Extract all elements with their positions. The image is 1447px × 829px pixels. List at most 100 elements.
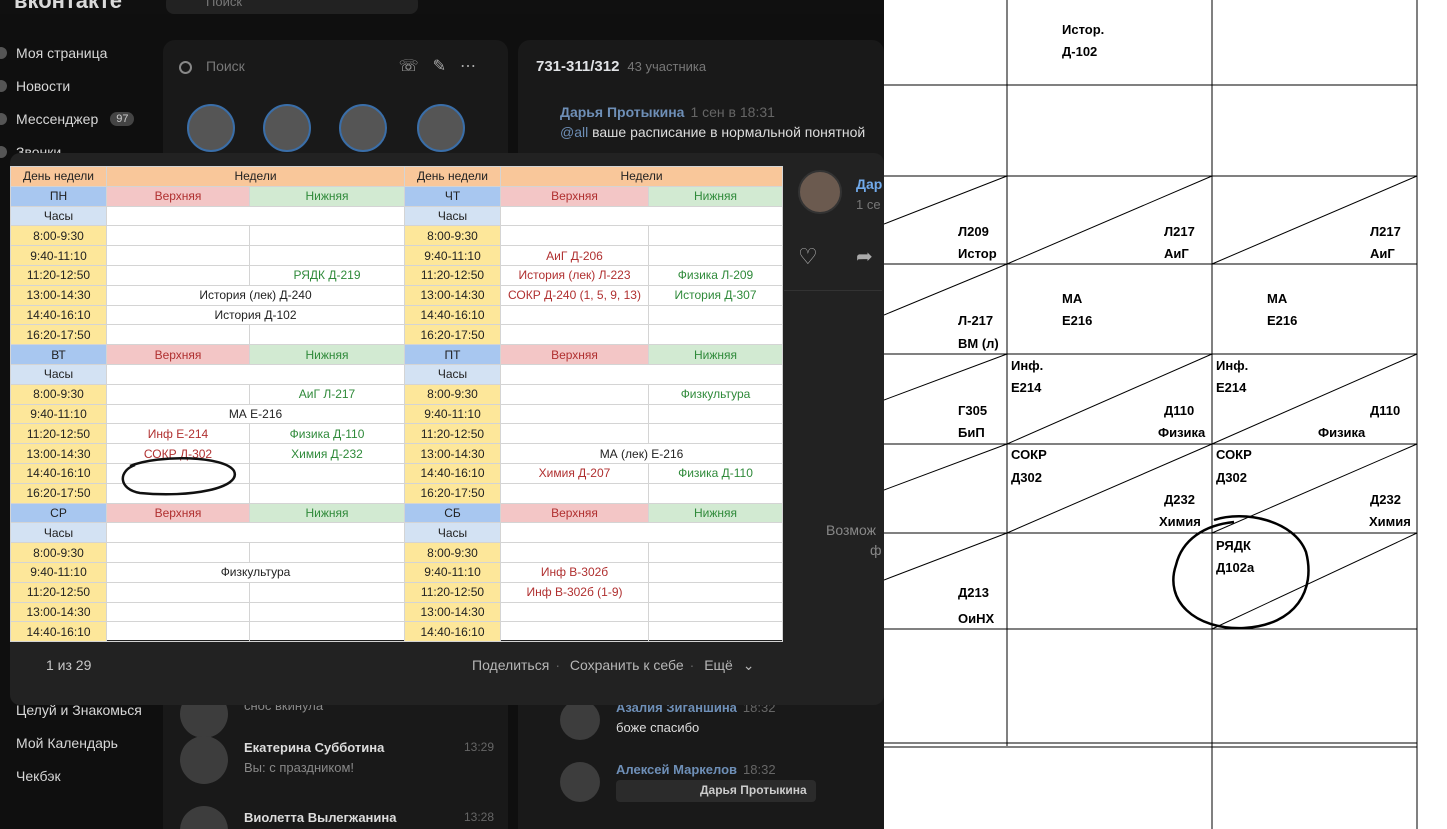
hand-drawn-circle — [121, 456, 237, 496]
share-button[interactable]: Поделиться — [472, 657, 549, 673]
avatar — [180, 806, 228, 829]
paper-schedule-image: Истор. Д-102 Л209 Истор Л217 АиГ Л217 Аи… — [884, 0, 1447, 829]
chevron-down-icon: ⌄ — [742, 657, 755, 673]
post-date: 1 се — [856, 197, 881, 212]
paper-text: Г305 — [958, 403, 988, 418]
paper-text: Е214 — [1011, 380, 1042, 395]
message-text: боже спасибо — [616, 720, 700, 735]
paper-text: Л217 — [1164, 224, 1195, 239]
paper-text: Химия — [1159, 514, 1201, 529]
message-time: 13:29 — [463, 740, 494, 754]
pinned-message-header[interactable]: Дарья Протыкина 1 сен в 18:31 — [560, 104, 775, 120]
unread-badge: 97 — [110, 112, 135, 126]
message-author: Алексей Маркелов 18:32 — [616, 762, 776, 777]
paper-text: Е216 — [1267, 313, 1298, 328]
paper-text: Инф. — [1011, 358, 1044, 373]
paper-text: Е216 — [1062, 313, 1093, 328]
nav-messenger[interactable]: Мессенджер 97 — [0, 106, 160, 132]
contact-name: Екатерина Субботина — [244, 740, 385, 755]
messenger-search-input[interactable]: Поиск — [179, 58, 245, 74]
chat-message: Азалия Зиганшина 18:32 боже спасибо — [560, 700, 880, 750]
paper-text: Физика — [1158, 425, 1206, 440]
paper-text: Д232 — [1164, 492, 1195, 507]
nav-label: Мой Календарь — [16, 735, 118, 751]
more-button[interactable]: Ещё ⌄ — [704, 657, 760, 673]
save-button[interactable]: Сохранить к себе — [570, 657, 684, 673]
paper-text: Д302 — [1216, 470, 1247, 485]
side-hint-text: Возмож — [826, 522, 877, 538]
global-search-input[interactable]: Поиск — [166, 0, 418, 14]
paper-text: Л209 — [958, 224, 989, 239]
nav-label: Моя страница — [16, 45, 108, 61]
author-name[interactable]: Дар — [856, 176, 882, 192]
chat-title[interactable]: 731-311/312 43 участника — [536, 58, 706, 75]
profile-icon — [0, 47, 7, 59]
separator: · — [689, 657, 695, 673]
paper-text: Физика — [1318, 425, 1366, 440]
paper-text: СОКР — [1216, 447, 1252, 462]
nav-news[interactable]: Новости — [0, 73, 160, 99]
paper-text: Инф. — [1216, 358, 1249, 373]
nav-my-page[interactable]: Моя страница — [0, 40, 160, 66]
paper-text: МА — [1267, 291, 1288, 306]
nav-label: Мессенджер — [16, 111, 99, 127]
message-time: 18:32 — [743, 762, 776, 777]
members-count: 43 участника — [627, 59, 707, 74]
paper-text: Д302 — [1011, 470, 1042, 485]
nav-label: Чекбэк — [16, 768, 61, 784]
chat-icon — [0, 113, 7, 125]
viewer-actions: Поделиться · Сохранить к себе · Ещё ⌄ — [472, 657, 766, 674]
nav-label: Новости — [16, 78, 71, 94]
vk-header: вконтакте Поиск — [0, 0, 884, 14]
paper-text: Д213 — [958, 585, 989, 600]
paper-text: Химия — [1369, 514, 1411, 529]
chat-list-item[interactable]: Виолетта Вылегжанина 13:28 — [180, 806, 510, 829]
divider — [784, 290, 882, 291]
chat-name: 731-311/312 — [536, 58, 620, 75]
separator: · — [555, 657, 560, 673]
paper-text: МА — [1062, 291, 1083, 306]
side-hint-text: ф — [870, 542, 882, 558]
news-icon — [0, 80, 7, 92]
chat-list-item[interactable]: Екатерина Субботина Вы: с праздником! 13… — [180, 736, 510, 786]
pinned-time: 1 сен в 18:31 — [690, 104, 775, 120]
story-avatar[interactable] — [339, 104, 387, 152]
paper-text: Е214 — [1216, 380, 1247, 395]
vk-logo[interactable]: вконтакте — [14, 0, 122, 14]
pinned-body: ваше расписание в нормальной понятной — [588, 124, 866, 140]
phone-icon — [0, 146, 7, 158]
photo-counter: 1 из 29 — [46, 657, 92, 673]
paper-text: АиГ — [1370, 246, 1395, 261]
share-icon[interactable]: ➦ — [856, 244, 873, 269]
avatar — [560, 700, 600, 740]
messenger-toolbar-icons[interactable]: ☏✎⋯ — [399, 56, 490, 76]
viewer-footer: 1 из 29 Поделиться · Сохранить к себе · Ещ… — [10, 641, 882, 705]
paper-text: ОиНХ — [958, 611, 995, 626]
paper-text: Истор. — [1062, 22, 1105, 37]
nav-calendar[interactable]: Мой Календарь — [0, 730, 160, 756]
paper-text: Л-217 — [958, 313, 994, 328]
author-name[interactable]: Алексей Маркелов — [616, 762, 737, 777]
search-placeholder: Поиск — [206, 58, 245, 74]
story-avatar[interactable] — [187, 104, 235, 152]
schedule-image: День недели Недели День недели Недели ПН Верх… — [10, 166, 783, 643]
last-message: Вы: с праздником! — [244, 760, 355, 775]
pinned-message-text: @all ваше расписание в нормальной понятн… — [560, 124, 890, 140]
story-avatar[interactable] — [417, 104, 465, 152]
paper-text: Истор — [958, 246, 997, 261]
paper-text: Д102а — [1216, 560, 1255, 575]
paper-text: СОКР — [1011, 447, 1047, 462]
like-icon[interactable]: ♡ — [798, 244, 818, 270]
more-label: Ещё — [704, 657, 733, 673]
reply-quote[interactable]: Дарья Протыкина — [616, 780, 816, 802]
paper-text: Д232 — [1370, 492, 1401, 507]
author-avatar[interactable] — [798, 170, 842, 214]
story-avatar[interactable] — [263, 104, 311, 152]
nav-checkback[interactable]: Чекбэк — [0, 763, 160, 789]
paper-text: Д110 — [1164, 403, 1195, 418]
mention[interactable]: @all — [560, 124, 588, 140]
paper-text: БиП — [958, 425, 985, 440]
paper-text: ВМ (л) — [958, 336, 999, 351]
pinned-author: Дарья Протыкина — [560, 104, 685, 120]
paper-text: АиГ — [1164, 246, 1189, 261]
